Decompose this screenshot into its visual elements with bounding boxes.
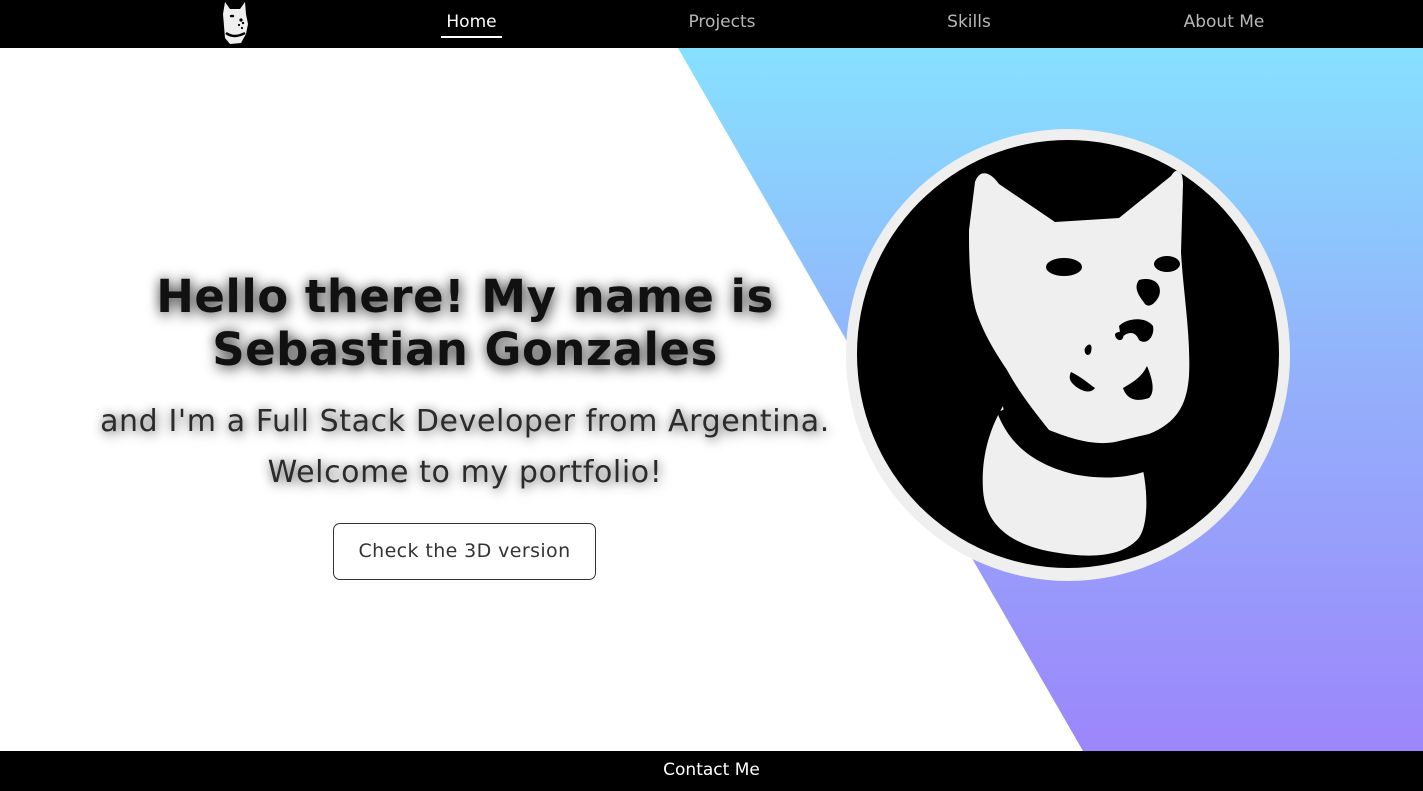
hero-title: Hello there! My name is Sebastian Gonzal… <box>60 270 870 376</box>
nav-projects-link[interactable]: Projects <box>672 0 772 48</box>
dog-face-logo-icon[interactable] <box>219 0 251 46</box>
contact-me-link[interactable]: Contact Me <box>0 751 1423 791</box>
hero-text-block: Hello there! My name is Sebastian Gonzal… <box>60 270 870 498</box>
nav-skills-link[interactable]: Skills <box>929 0 1009 48</box>
check-3d-version-button[interactable]: Check the 3D version <box>333 523 596 580</box>
avatar-image <box>857 140 1279 568</box>
nav-about-me-link[interactable]: About Me <box>1168 0 1280 48</box>
portfolio-page: Home Projects Skills About Me Hello ther… <box>0 0 1423 791</box>
hero-title-line-1: Hello there! My name is <box>156 270 774 323</box>
hero-subtitle: and I'm a Full Stack Developer from Arge… <box>60 396 870 498</box>
nav-active-underline <box>441 36 502 38</box>
footer-bar: Contact Me <box>0 751 1423 791</box>
hero-title-line-2: Sebastian Gonzales <box>212 323 718 376</box>
top-navbar: Home Projects Skills About Me <box>0 0 1423 48</box>
nav-home-link[interactable]: Home <box>441 0 502 48</box>
hero-subtitle-line-1: and I'm a Full Stack Developer from Arge… <box>100 404 830 439</box>
dog-avatar-icon <box>846 129 1290 581</box>
hero-subtitle-line-2: Welcome to my portfolio! <box>267 455 663 490</box>
